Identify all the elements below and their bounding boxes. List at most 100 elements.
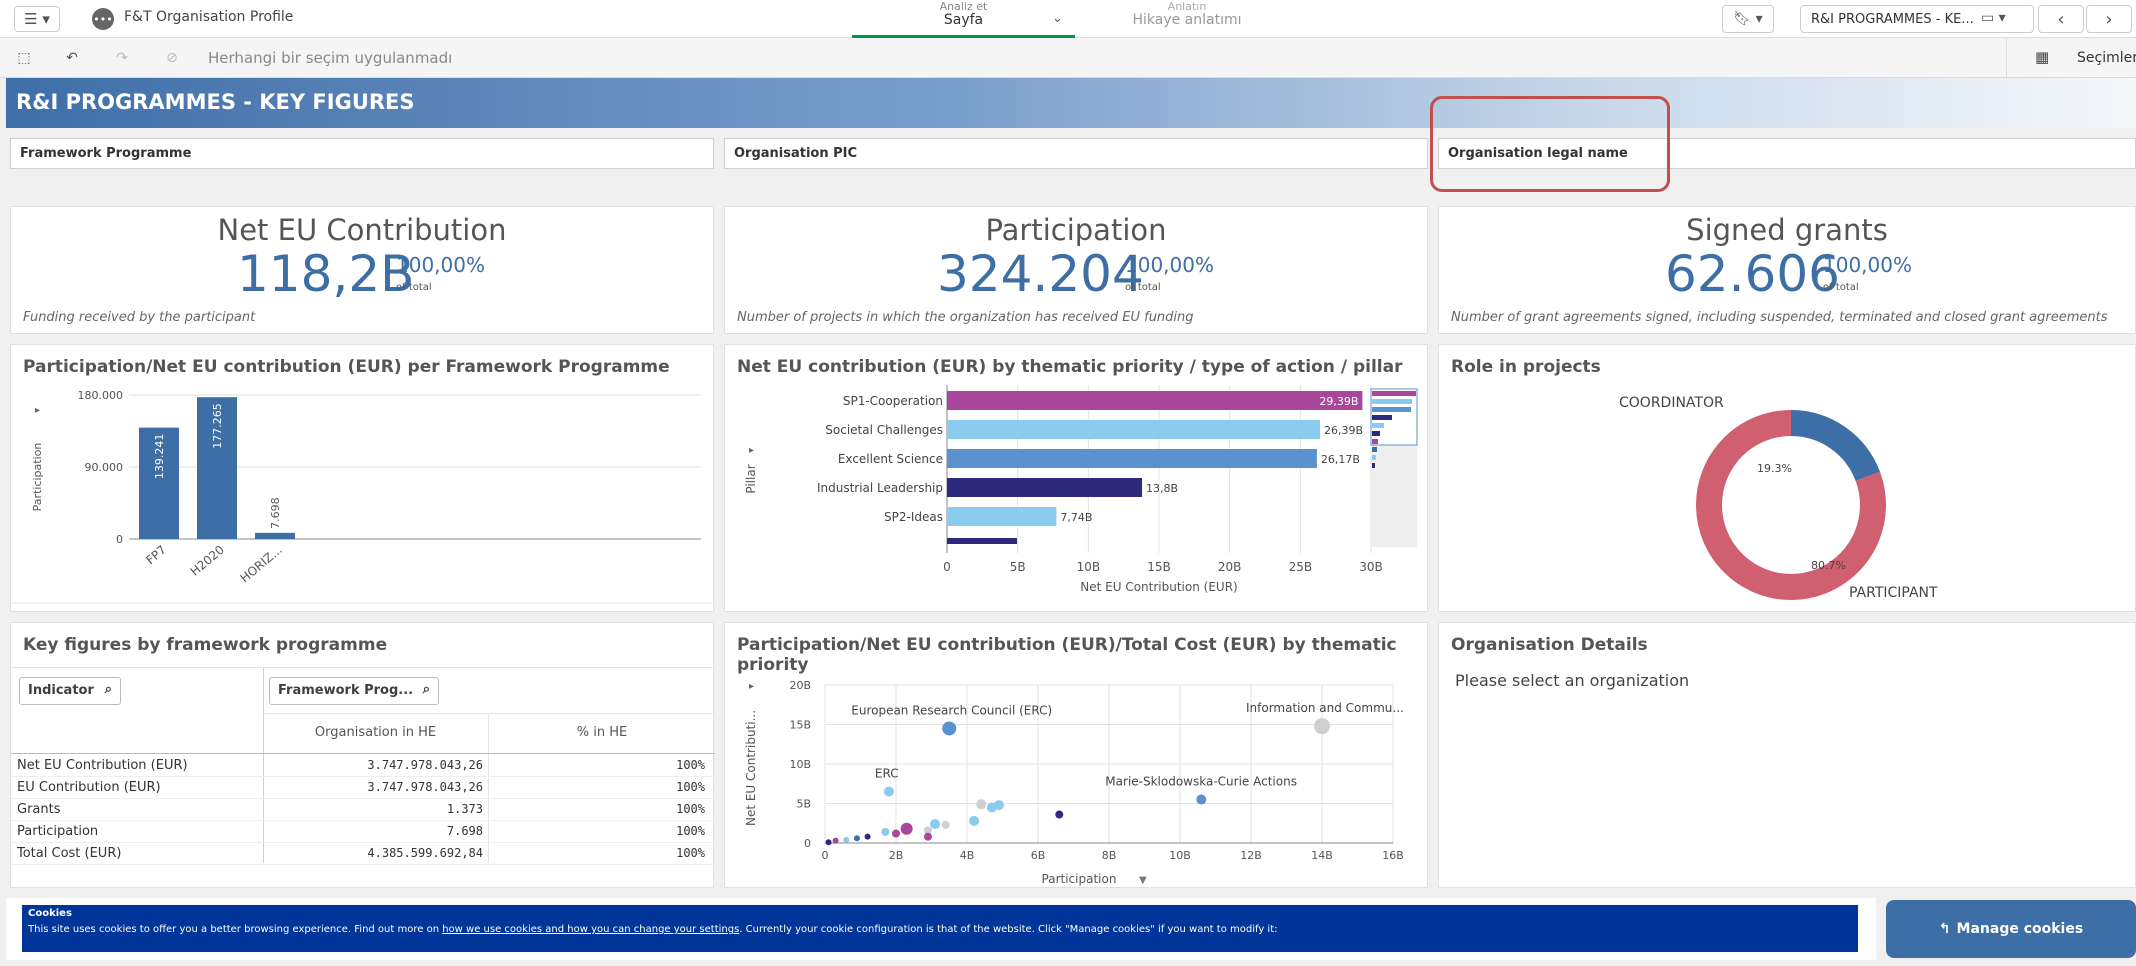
panel-title: Organisation Details <box>1451 635 1648 655</box>
x-tick-label: 8B <box>1102 849 1117 862</box>
y-tick-label: 10B <box>789 758 811 771</box>
column-header-pct-in-he[interactable]: % in HE <box>489 725 715 740</box>
fp-bar-chart[interactable]: 180.000 90.000 0 Participation ▸ 139.241 FP7 17… <box>11 385 715 611</box>
x-axis-dropdown-icon: ▼ <box>1139 875 1147 886</box>
manage-cookies-button[interactable]: ↰ Manage cookies <box>1886 900 2136 958</box>
table-row[interactable]: Grants 1.373 100% <box>11 799 715 821</box>
data-label: 29,39B <box>1319 395 1358 408</box>
table-row[interactable]: Total Cost (EUR) 4.385.599.692,84 100% <box>11 843 715 865</box>
y-axis-label: Net EU Contributi... <box>744 710 758 826</box>
clear-selections-icon[interactable]: ⊘ <box>160 47 184 69</box>
step-back-icon[interactable]: ↶ <box>60 47 84 69</box>
category-label: Excellent Science <box>838 452 943 466</box>
table-row[interactable]: EU Contribution (EUR) 3.747.978.043,26 1… <box>11 777 715 799</box>
y-tick-label: 0 <box>804 837 811 850</box>
tab-story-label: Hikaye anlatımı <box>1132 12 1242 28</box>
filter-organisation-pic[interactable]: Organisation PIC <box>724 138 1428 169</box>
x-tick-label: 25B <box>1289 560 1313 574</box>
scatter-point <box>993 800 1004 811</box>
filter-label: Framework Programme <box>20 146 192 161</box>
mini-bar <box>1372 455 1376 460</box>
scatter-chart[interactable]: 0 2B 4B 6B 8B 10B 12B 14B 16B 20B 15B 10B 5B 0 Partici… <box>725 663 1429 889</box>
row-label: EU Contribution (EUR) <box>17 780 161 795</box>
scatter-point <box>976 799 987 810</box>
category-label: Societal Challenges <box>825 423 943 437</box>
tab-analyze[interactable]: Analiz et Sayfa <box>852 0 1075 38</box>
step-forward-icon[interactable]: ↷ <box>110 47 134 69</box>
table-row[interactable]: Participation 7.698 100% <box>11 821 715 843</box>
row-label: Net EU Contribution (EUR) <box>17 758 188 773</box>
selections-bar: ⬚ ↶ ↷ ⊘ Herhangi bir seçim uygulanmadı ▦… <box>0 38 2136 78</box>
column-header-org-in-he[interactable]: Organisation in HE <box>263 725 488 740</box>
tab-analyze-label: Sayfa <box>943 12 984 28</box>
smart-search-icon[interactable]: ⬚ <box>12 47 36 69</box>
framework-programme-header[interactable]: Framework Prog... ⌕ <box>269 677 439 705</box>
top-toolbar: ☰ ▾ ••• F&T Organisation Profile Analiz … <box>0 0 2136 38</box>
sheet-name: R&I PROGRAMMES - KE... <box>1811 12 1974 27</box>
fp-header-label: Framework Prog... <box>278 683 414 698</box>
mini-bar <box>1372 407 1411 412</box>
panel-title: Net EU contribution (EUR) by thematic pr… <box>737 357 1403 377</box>
data-label: 7.698 <box>269 497 282 529</box>
sheet-selector[interactable]: R&I PROGRAMMES - KE... ▭ ▾ <box>1800 5 2034 33</box>
data-label: 7,74B <box>1060 511 1092 524</box>
panel-key-figures: Key figures by framework programme Indic… <box>10 622 715 888</box>
mini-bar <box>1372 415 1392 420</box>
chevron-down-icon[interactable]: ⌄ <box>1052 11 1063 26</box>
bar-sp2-ideas <box>947 507 1057 526</box>
x-axis-label: Net EU Contribution (EUR) <box>1080 580 1237 594</box>
highlight-annotation <box>1430 96 1670 192</box>
scatter-point <box>941 820 950 829</box>
data-label: 177.265 <box>211 403 224 449</box>
row-percent: 100% <box>676 758 705 772</box>
expand-arrow-icon: ▸ <box>35 405 40 416</box>
y-tick-label: 180.000 <box>78 389 124 402</box>
x-tick-label: 10B <box>1169 849 1191 862</box>
mini-bar <box>1372 463 1375 468</box>
selections-button[interactable]: ▦ Seçimler <box>2006 38 2136 78</box>
kpi-title: Net EU Contribution <box>217 213 507 247</box>
indicator-header-label: Indicator <box>28 683 94 698</box>
previous-sheet-icon[interactable]: ‹ <box>2038 5 2084 33</box>
row-value: 4.385.599.692,84 <box>367 846 483 860</box>
scatter-point <box>825 839 832 846</box>
y-axis-label: Pillar <box>744 464 758 493</box>
kpi-participation: Participation 324.204 100,00% of total N… <box>724 206 1428 334</box>
scatter-point <box>881 827 890 836</box>
point-label: Information and Commu... <box>1246 701 1404 715</box>
scatter-point <box>969 815 980 826</box>
page-title: R&I PROGRAMMES - KEY FIGURES <box>16 90 415 114</box>
filter-framework-programme[interactable]: Framework Programme <box>10 138 714 169</box>
scatter-point <box>832 837 839 844</box>
cookie-notice: Cookies This site uses cookies to offer … <box>22 905 1858 952</box>
tab-story[interactable]: Anlatın Hikaye anlatımı <box>1112 0 1262 38</box>
hamburger-menu-icon[interactable]: ☰ ▾ <box>14 6 60 32</box>
bookmark-icon[interactable]: 🔖︎ ▾ <box>1722 5 1774 33</box>
role-donut-chart[interactable]: 19.3% 80.7% COORDINATOR PARTICIPANT <box>1439 385 2136 611</box>
scatter-point <box>883 786 894 797</box>
panel-title: Key figures by framework programme <box>23 635 388 655</box>
slice-label: COORDINATOR <box>1619 395 1724 411</box>
next-sheet-icon[interactable]: › <box>2086 5 2132 33</box>
table-row[interactable]: Net EU Contribution (EUR) 3.747.978.043,… <box>11 755 715 777</box>
kpi-description: Funding received by the participant <box>23 310 256 325</box>
thematic-bar-chart[interactable]: 0 5B 10B 15B 20B 25B 30B Net EU Contribution (E… <box>725 385 1429 611</box>
kpi-of-total: of total <box>396 282 432 293</box>
indicator-header[interactable]: Indicator ⌕ <box>19 677 121 705</box>
cookie-policy-link[interactable]: how we use cookies and how you can chang… <box>442 924 739 935</box>
expand-arrow-icon: ▸ <box>749 681 754 692</box>
x-tick-label: 0 <box>943 560 951 574</box>
mini-bar <box>1372 447 1377 452</box>
kpi-title: Participation <box>985 213 1167 247</box>
kpi-description: Number of projects in which the organiza… <box>737 310 1194 325</box>
kpi-title: Signed grants <box>1686 213 1888 247</box>
bar-partial <box>947 538 1017 544</box>
x-tick-label: HORIZ... <box>238 543 285 586</box>
y-tick-label: 0 <box>116 533 123 546</box>
panel-role-chart: Role in projects 19.3% 80.7% COORDINATOR PA… <box>1438 344 2136 612</box>
x-tick-label: 5B <box>1010 560 1026 574</box>
app-icon: ••• <box>92 8 114 30</box>
scatter-point <box>1196 794 1207 805</box>
kpi-value: 62.606 <box>1665 245 1840 303</box>
mini-bar <box>1372 399 1412 404</box>
